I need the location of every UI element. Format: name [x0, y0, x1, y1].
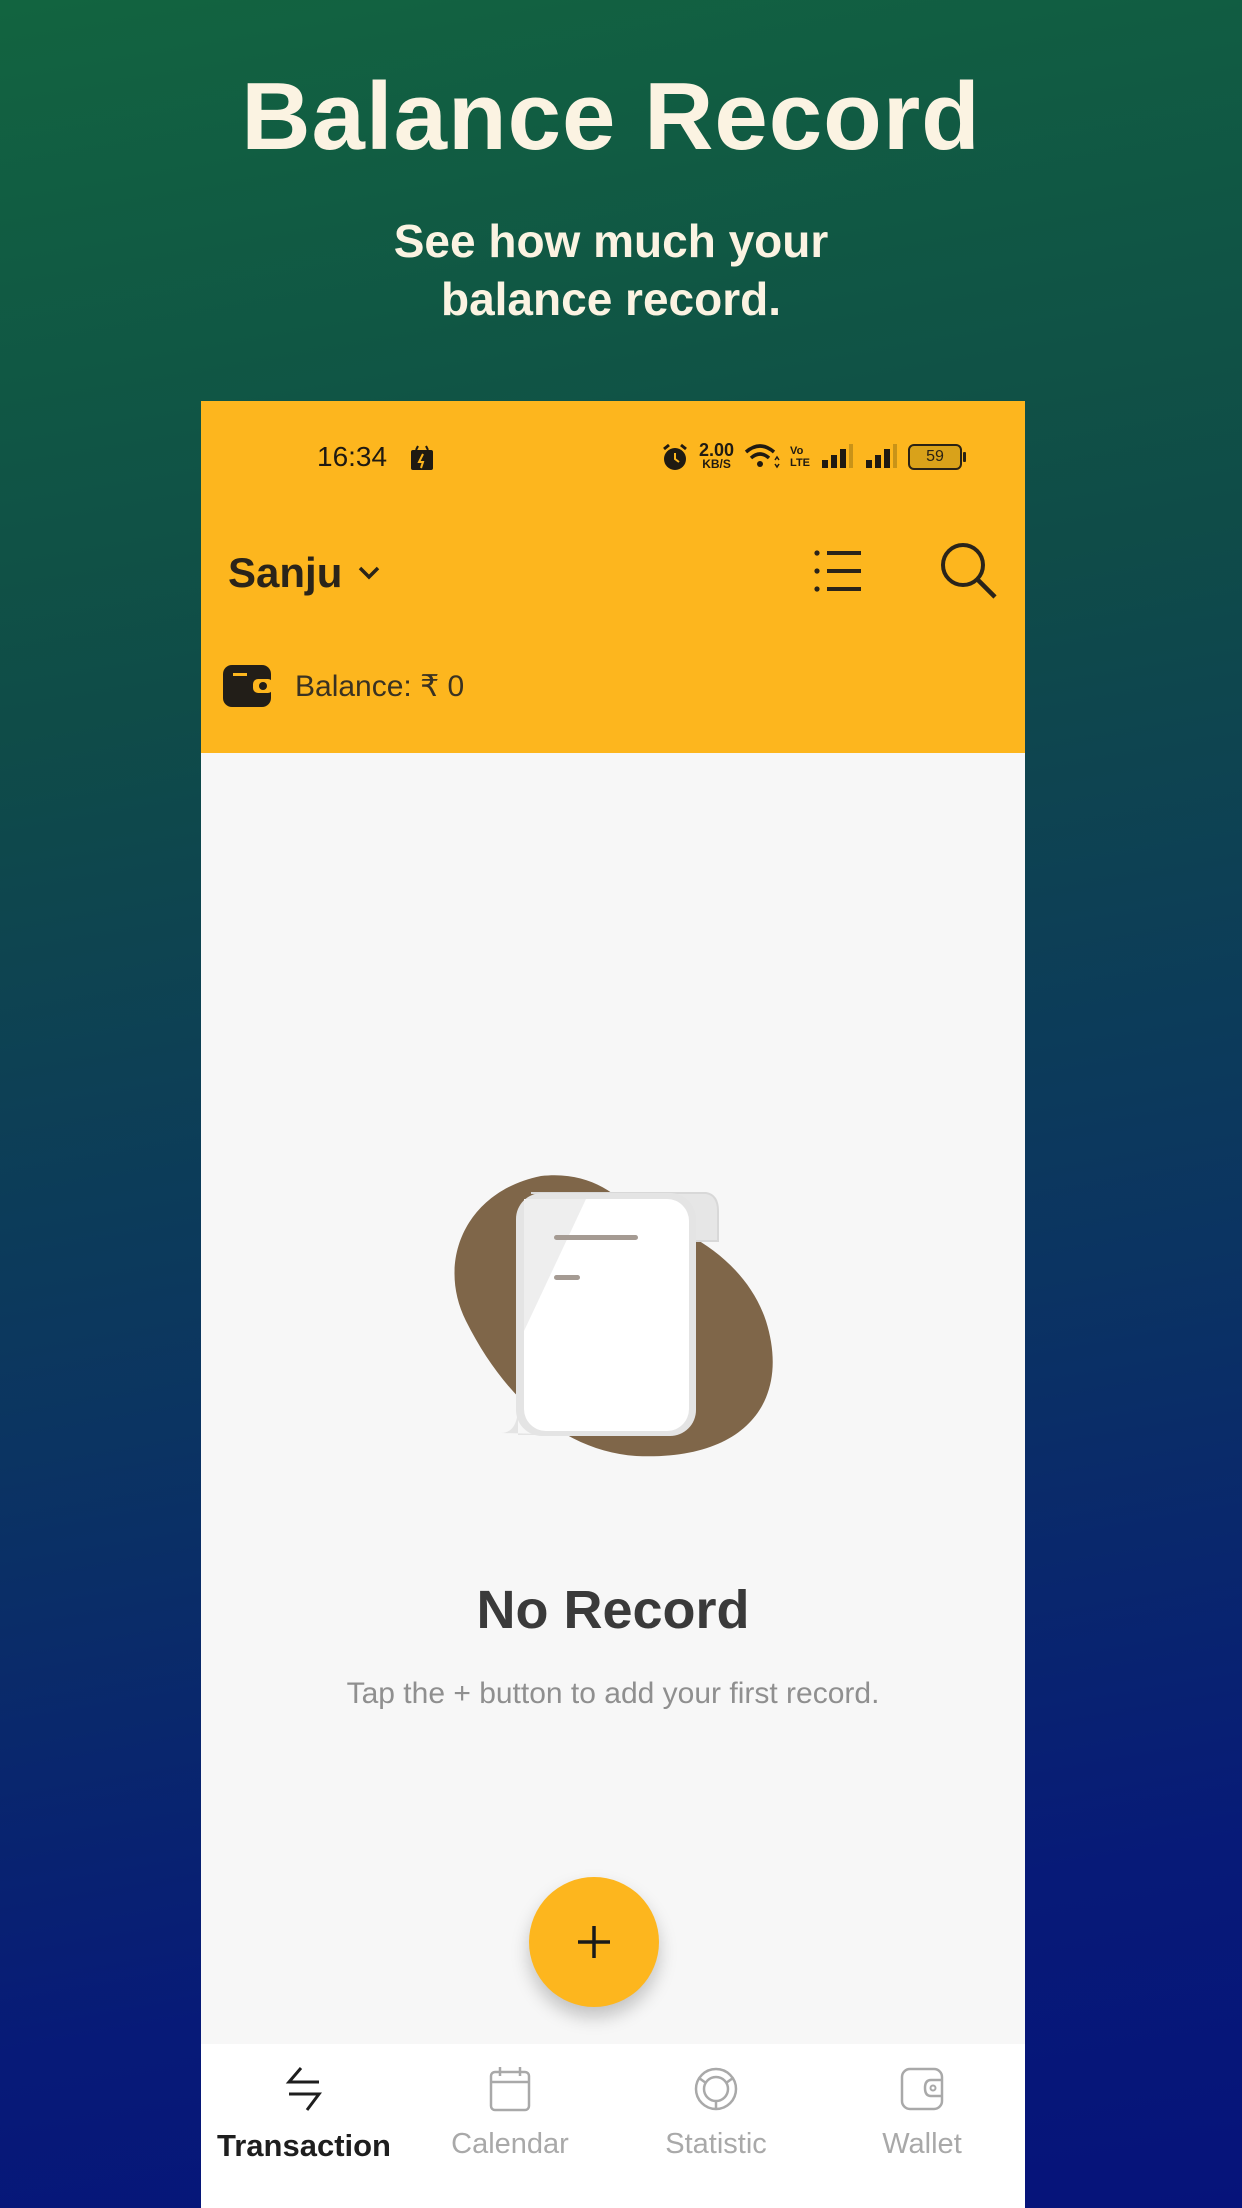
- nav-item-transaction[interactable]: Transaction: [201, 2044, 407, 2208]
- status-time: 16:34: [317, 441, 388, 472]
- promo-title: Balance Record: [241, 63, 981, 170]
- bottom-navigation: Transaction Calendar Statistic Wallet: [201, 2044, 1025, 2208]
- search-icon[interactable]: [937, 539, 1001, 603]
- plus-icon: [578, 1926, 610, 1958]
- balance-row: Balance: ₹ 0: [221, 663, 464, 709]
- network-speed: 2.00 KB/S: [699, 440, 735, 471]
- app-bar: 16:34 2.00 KB/S Vo LTE 59 Sanju Balance:…: [201, 401, 1025, 753]
- volte-label: Vo: [790, 445, 804, 457]
- promo-subtitle-line-1: See how much your: [393, 215, 829, 267]
- nav-item-statistic[interactable]: Statistic: [613, 2044, 819, 2208]
- network-speed-unit: KB/S: [702, 457, 731, 471]
- notification-icon: [411, 445, 433, 470]
- account-switcher[interactable]: Sanju: [228, 549, 382, 597]
- promo-subtitle-line-2: balance record.: [440, 273, 782, 325]
- nav-item-wallet[interactable]: Wallet: [819, 2044, 1025, 2208]
- volte-indicator: Vo LTE: [790, 445, 810, 469]
- battery-indicator: 59: [908, 444, 967, 470]
- wallet-icon: [223, 665, 273, 707]
- no-record-illustration: [454, 1175, 773, 1457]
- lte-label: LTE: [790, 457, 811, 469]
- nav-label-calendar: Calendar: [451, 2128, 569, 2160]
- signal-icon-sim1: [822, 444, 854, 468]
- empty-state-title: No Record: [476, 1580, 750, 1640]
- signal-icon-sim2: [866, 444, 898, 468]
- nav-label-statistic: Statistic: [665, 2128, 767, 2160]
- chevron-down-icon: [359, 566, 380, 580]
- status-bar: 16:34 2.00 KB/S Vo LTE 59: [201, 401, 1025, 511]
- wallet-icon: [900, 2067, 944, 2111]
- nav-label-transaction: Transaction: [217, 2128, 391, 2163]
- promo-subtitle: See how much your balance record.: [0, 212, 1222, 328]
- nav-item-calendar[interactable]: Calendar: [407, 2044, 613, 2208]
- wifi-icon: [744, 444, 780, 469]
- transfer-arrows-icon: [285, 2067, 322, 2111]
- toolbar: Sanju: [201, 531, 1025, 631]
- calendar-icon: [489, 2067, 531, 2112]
- statistic-icon: [694, 2067, 738, 2111]
- phone-screen: 16:34 2.00 KB/S Vo LTE 59 Sanju Balance:…: [201, 401, 1025, 2208]
- nav-label-wallet: Wallet: [882, 2128, 962, 2160]
- illustration-line-2: [554, 1275, 580, 1280]
- illustration-line-1: [554, 1235, 638, 1240]
- add-record-button[interactable]: [529, 1877, 659, 2007]
- balance-label: Balance: ₹ 0: [295, 669, 465, 703]
- network-speed-value: 2.00: [699, 440, 735, 460]
- account-name: Sanju: [228, 549, 343, 596]
- status-icons: 2.00 KB/S Vo LTE 59: [661, 439, 967, 475]
- empty-state-subtitle: Tap the + button to add your first recor…: [346, 1677, 880, 1710]
- list-icon[interactable]: [807, 539, 871, 603]
- alarm-icon: [663, 443, 687, 470]
